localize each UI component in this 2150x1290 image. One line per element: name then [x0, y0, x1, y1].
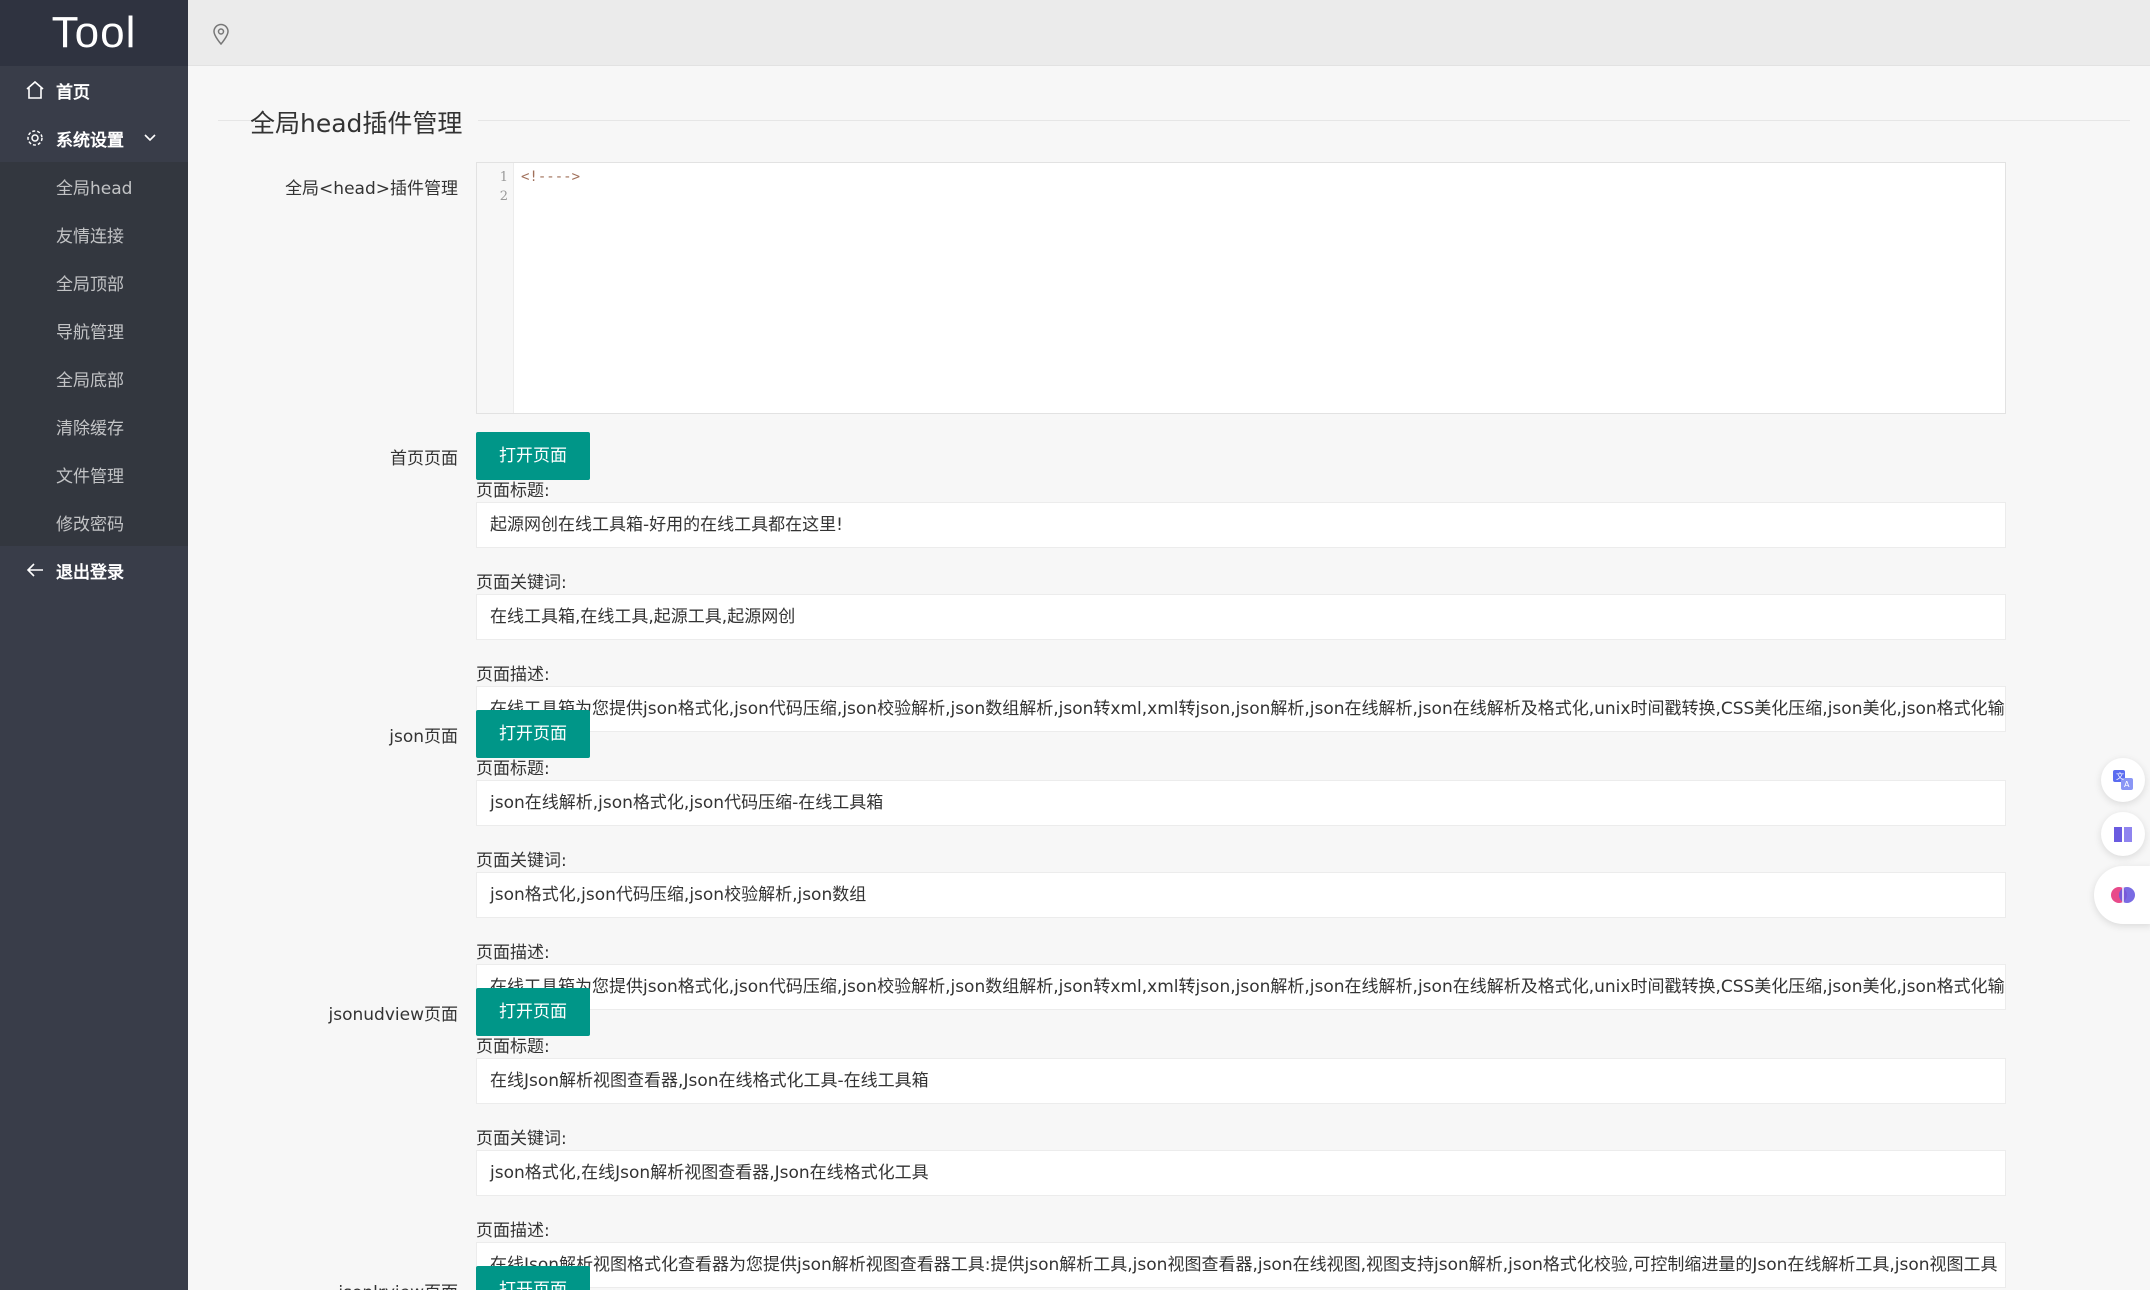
main-content: 全局head插件管理 全局<head>插件管理 1 2 <!----> 首页页面… [188, 66, 2150, 1290]
open-page-button[interactable]: 打开页面 [476, 988, 590, 1036]
editor-label: 全局<head>插件管理 [285, 179, 458, 199]
sidebar-item-logout[interactable]: 退出登录 [0, 546, 188, 594]
page-name-label: jsonudview页面 [328, 1005, 458, 1025]
sidebar-item-label: 首页 [56, 82, 90, 103]
chevron-down-icon [142, 130, 158, 146]
home-icon [24, 79, 46, 101]
page-desc-label: 页面描述: [476, 665, 550, 685]
app-logo[interactable]: Tool [0, 0, 188, 66]
sidebar-subitem-global-top[interactable]: 全局顶部 [0, 258, 188, 306]
page-keywords-input[interactable]: 在线工具箱,在线工具,起源工具,起源网创 [476, 594, 2006, 640]
page-keywords-label: 页面关键词: [476, 1129, 567, 1149]
editor-gutter: 1 2 [477, 163, 514, 413]
sidebar-subitem-nav-manage[interactable]: 导航管理 [0, 306, 188, 354]
page-desc-label: 页面描述: [476, 1221, 550, 1241]
arrow-left-icon [24, 559, 46, 581]
sidebar-item-label: 系统设置 [56, 130, 124, 151]
top-header [188, 0, 2150, 66]
sidebar-item-home[interactable]: 首页 [0, 66, 188, 114]
page-title: 全局head插件管理 [250, 104, 479, 140]
svg-text:文: 文 [2116, 771, 2124, 781]
sidebar-subitem-friend-links[interactable]: 友情连接 [0, 210, 188, 258]
page-title-label: 页面标题: [476, 759, 550, 779]
location-pin-icon[interactable] [212, 23, 230, 46]
head-code-editor[interactable]: 1 2 <!----> [476, 162, 2006, 414]
open-page-button[interactable]: 打开页面 [476, 432, 590, 480]
sidebar-subitem-global-footer[interactable]: 全局底部 [0, 354, 188, 402]
page-title-input[interactable]: json在线解析,json格式化,json代码压缩-在线工具箱 [476, 780, 2006, 826]
brain-ai-icon[interactable] [2094, 866, 2150, 924]
page-title-label: 页面标题: [476, 1037, 550, 1057]
page-name-label: json页面 [389, 727, 458, 747]
page-title-label: 页面标题: [476, 481, 550, 501]
floating-toolbar: 文A [2092, 758, 2150, 934]
open-page-button[interactable]: 打开页面 [476, 1266, 590, 1290]
page-name-label: jsonlrview页面 [188, 1278, 458, 1290]
gear-icon [24, 127, 46, 149]
page-keywords-input[interactable]: json格式化,json代码压缩,json校验解析,json数组 [476, 872, 2006, 918]
sidebar-item-settings[interactable]: 系统设置 [0, 114, 188, 162]
line-number: 1 [499, 170, 508, 185]
book-icon[interactable] [2101, 812, 2145, 856]
page-keywords-label: 页面关键词: [476, 573, 567, 593]
line-number: 2 [499, 189, 508, 204]
page-keywords-label: 页面关键词: [476, 851, 567, 871]
page-title-input[interactable]: 在线Json解析视图查看器,Json在线格式化工具-在线工具箱 [476, 1058, 2006, 1104]
sidebar-subitem-file-manage[interactable]: 文件管理 [0, 450, 188, 498]
editor-code[interactable]: <!----> [521, 168, 580, 187]
open-page-button[interactable]: 打开页面 [476, 710, 590, 758]
sidebar-subitem-clear-cache[interactable]: 清除缓存 [0, 402, 188, 450]
sidebar-subitem-global-head[interactable]: 全局head [0, 162, 188, 210]
page-name-label: 首页页面 [390, 449, 458, 469]
sidebar-item-label: 退出登录 [56, 562, 124, 583]
sidebar: Tool 首页 系统设置 全局head 友情连接 全局顶部 导航管理 全局底部 … [0, 0, 188, 1290]
page-keywords-input[interactable]: json格式化,在线Json解析视图查看器,Json在线格式化工具 [476, 1150, 2006, 1196]
settings-submenu: 全局head 友情连接 全局顶部 导航管理 全局底部 清除缓存 文件管理 修改密… [0, 162, 188, 546]
translate-icon[interactable]: 文A [2101, 758, 2145, 802]
sidebar-subitem-change-password[interactable]: 修改密码 [0, 498, 188, 546]
page-desc-label: 页面描述: [476, 943, 550, 963]
page-title-input[interactable]: 起源网创在线工具箱-好用的在线工具都在这里! [476, 502, 2006, 548]
svg-text:A: A [2124, 780, 2130, 789]
title-divider [218, 120, 2130, 121]
